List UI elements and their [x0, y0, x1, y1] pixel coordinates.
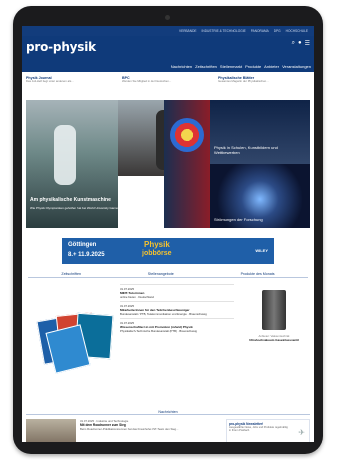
news-image[interactable]	[26, 419, 76, 442]
content-row: 31.07.2025 MINT-Tutorinnen online bieten…	[26, 284, 310, 404]
header-icons: ⌕ ● ☰	[292, 40, 310, 47]
topbar-link[interactable]: HOCHSCHULE	[286, 29, 308, 33]
job-text: Physikalisch-Technische Bundesanstalt (P…	[120, 329, 197, 333]
nav-item-zeitschriften[interactable]: Zeitschriften	[195, 64, 217, 69]
topbar-link[interactable]: INDUSTRIE & TECHNOLOGIE	[202, 29, 246, 33]
user-icon[interactable]: ●	[298, 40, 302, 47]
nav-item-produkte[interactable]: Produkte	[245, 64, 261, 69]
product-of-month[interactable]: Anbieter: Vakuumtechnik Ultrahochvakuum …	[238, 284, 310, 404]
feature-image-group[interactable]: Physik in Schulen, Kunstbildern und Wett…	[210, 100, 310, 164]
site-logo[interactable]: pro-physik	[26, 40, 96, 54]
search-icon[interactable]: ⌕	[292, 40, 295, 47]
teaser-item[interactable]: Physikalische Blätter Gesamtes Magazin d…	[218, 76, 310, 98]
banner-partner: WILEY	[255, 248, 268, 253]
tab-produkte-des-monats[interactable]: Produkte des Monats	[241, 272, 275, 276]
job-list: 31.07.2025 MINT-Tutorinnen online bieten…	[120, 284, 234, 404]
menu-icon[interactable]: ☰	[305, 40, 310, 47]
teaser-item[interactable]: BPC Werden Sie Mitglied in der Deutschen…	[122, 76, 214, 98]
screen: VERBÄNDE INDUSTRIE & TECHNOLOGIE PANORAM…	[22, 26, 314, 442]
teaser-text: Gesamtes Magazin der Physikalischen...	[218, 79, 269, 83]
topbar-link[interactable]: PANORAMA	[251, 29, 269, 33]
main-nav: Nachrichten Zeitschriften Stellenmarkt P…	[171, 64, 311, 69]
newsletter-text: Ausgewählte News, Jobs und Produkte rege…	[229, 426, 288, 432]
banner-city: Göttingen	[68, 242, 97, 248]
feature-image-tunnel[interactable]: Strömungen der Forschung	[210, 164, 310, 228]
site-header: pro-physik ⌕ ● ☰ Nachrichten Zeitschrift…	[22, 36, 314, 72]
nav-item-veranstaltungen[interactable]: Veranstaltungen	[282, 64, 311, 69]
job-item[interactable]: 31.07.2025 Wissenschaftler/-in mit Promo…	[120, 318, 234, 335]
banner-dates: 8.+ 11.9.2025	[68, 252, 105, 258]
product-caption: Ultrahochvakuum Gaseinlassventil	[249, 338, 299, 342]
newsletter-box[interactable]: pro-physik Newsletter! Ausgewählte News,…	[226, 419, 310, 442]
vacuum-valve-image	[262, 290, 286, 330]
banner-brand2: jobbörse	[142, 250, 172, 257]
job-item[interactable]: 31.07.2025 MINT-Tutorinnen online bieten…	[120, 284, 234, 301]
section-tabs: Zeitschriften Stellenangebote Produkte d…	[28, 272, 308, 278]
news-text: Beim Roadrunner-Prädikationsrennen hat d…	[80, 427, 179, 431]
teaser-item[interactable]: Physik Journal Das Juli-Heft liegt unter…	[26, 76, 118, 98]
feature-title[interactable]: Am physikalische Kunstmaschine	[30, 198, 180, 203]
job-text: online bieten · Deutschland	[120, 295, 154, 299]
camera-icon	[165, 15, 170, 20]
teaser-row: Physik Journal Das Juli-Heft liegt unter…	[22, 72, 314, 100]
tile-bottom-title: Strömungen der Forschung	[214, 217, 263, 222]
nav-item-anbieter[interactable]: Anbieter	[264, 64, 279, 69]
news-row: 31.07.2025 · Industrie und Technologie M…	[26, 419, 310, 442]
teaser-text: Werden Sie Mitglied in der Deutschen...	[122, 79, 172, 83]
feature-mosaic: Physik in Schulen, Kunstbildern und Wett…	[26, 100, 310, 228]
nav-item-nachrichten[interactable]: Nachrichten	[171, 64, 192, 69]
tab-stellenangebote[interactable]: Stellenangebote	[148, 272, 174, 276]
news-item[interactable]: 31.07.2025 · Industrie und Technologie M…	[80, 419, 222, 442]
nav-item-stellenmarkt[interactable]: Stellenmarkt	[220, 64, 242, 69]
feature-text: Wie Physik Olympioniken geholfen hat bei…	[30, 206, 122, 210]
job-item[interactable]: 31.07.2025 Mitarbeiterinnen für den Teil…	[120, 301, 234, 318]
top-links-bar: VERBÄNDE INDUSTRIE & TECHNOLOGIE PANORAM…	[22, 26, 314, 36]
ad-banner-physik-jobboerse[interactable]: Göttingen 8.+ 11.9.2025 Physik jobbörse …	[62, 238, 274, 264]
magazine-stack-image[interactable]	[26, 284, 116, 404]
tile-right-title: Physik in Schulen, Kunstbildern und Wett…	[214, 145, 278, 155]
teaser-text: Das Juli-Heft liegt unter anderem als...	[26, 79, 74, 83]
banner-brand1: Physik	[144, 240, 170, 249]
paper-plane-icon: ✈	[298, 428, 305, 437]
job-text: Bundesanstalt / PTB, Telekommunikation u…	[120, 312, 207, 316]
topbar-link[interactable]: VERBÄNDE	[179, 29, 197, 33]
tablet-frame: VERBÄNDE INDUSTRIE & TECHNOLOGIE PANORAM…	[13, 6, 323, 454]
news-section-title: Nachrichten	[26, 410, 310, 415]
tab-zeitschriften[interactable]: Zeitschriften	[61, 272, 81, 276]
topbar-link[interactable]: DPG	[274, 29, 281, 33]
